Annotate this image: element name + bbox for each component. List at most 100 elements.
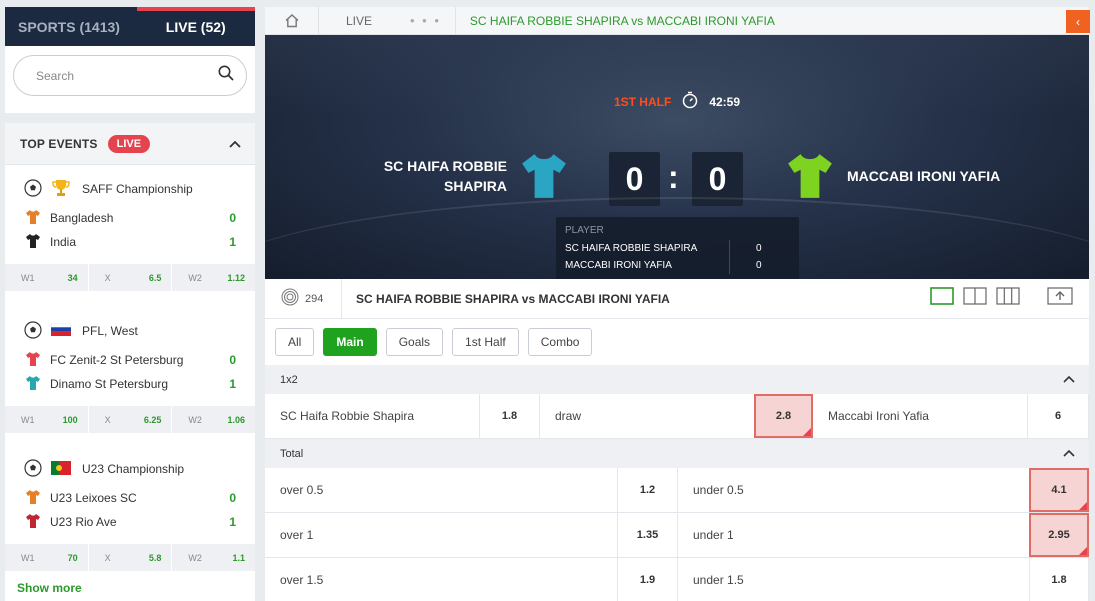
outcome-label: over 0.5 xyxy=(280,483,324,497)
top-events-header[interactable]: TOP EVENTS LIVE xyxy=(5,123,255,165)
tab-sports[interactable]: SPORTS (1413) xyxy=(5,7,137,46)
odd-button[interactable]: 1.8 xyxy=(1029,558,1089,601)
team-name: Bangladesh xyxy=(50,211,114,225)
odds-label: X xyxy=(104,414,111,425)
market-row: over 1 1.35 under 1 2.95 xyxy=(265,513,1089,558)
event-card[interactable]: U23 Championship U23 Leixoes SC 0 U23 Ri… xyxy=(5,433,255,571)
odd-button[interactable]: 1.9 xyxy=(617,558,678,601)
outcome-label: under 0.5 xyxy=(693,483,744,497)
player-header: PLAYER xyxy=(565,225,604,236)
filter-1st-half[interactable]: 1st Half xyxy=(452,328,519,356)
three-column-view-icon[interactable] xyxy=(996,287,1020,310)
odds-w1[interactable]: W1 100 xyxy=(5,406,89,433)
odds-w1[interactable]: W1 34 xyxy=(5,264,89,291)
odds-x[interactable]: X 6.25 xyxy=(89,406,173,433)
search-input[interactable] xyxy=(36,68,186,83)
team-row-home: Bangladesh 0 xyxy=(5,206,255,230)
market-header-1x2[interactable]: 1x2 xyxy=(265,365,1089,394)
league-name: U23 Championship xyxy=(82,462,185,476)
odd-button[interactable]: 6 xyxy=(1027,394,1089,438)
search-field[interactable] xyxy=(13,55,247,96)
filter-main[interactable]: Main xyxy=(323,328,377,356)
odd-button[interactable]: 1.2 xyxy=(617,468,678,512)
search-box xyxy=(5,46,255,113)
outcome-label: over 1 xyxy=(280,528,314,542)
event-card[interactable]: SAFF Championship Bangladesh 0 India 1 W… xyxy=(5,165,255,291)
team-name: U23 Leixoes SC xyxy=(50,491,137,505)
home-shirt-icon xyxy=(519,151,569,206)
outcome-label: SC Haifa Robbie Shapira xyxy=(280,409,415,423)
odds-label: W1 xyxy=(21,414,35,425)
view-switcher xyxy=(930,287,1089,310)
odds-x[interactable]: X 6.5 xyxy=(89,264,173,291)
market-header-total[interactable]: Total xyxy=(265,439,1089,468)
odds-value: 5.8 xyxy=(148,552,162,563)
player-team: MACCABI IRONI YAFIA xyxy=(565,257,730,274)
odds-x[interactable]: X 5.8 xyxy=(89,544,173,571)
collapse-left-button[interactable]: ‹ xyxy=(1066,10,1090,33)
filter-goals[interactable]: Goals xyxy=(385,328,444,356)
odds-value: 70 xyxy=(67,552,78,563)
chevron-up-icon[interactable] xyxy=(1063,448,1075,460)
odd-button-selected[interactable]: 2.8 xyxy=(754,394,813,438)
home-icon[interactable] xyxy=(265,7,319,34)
away-shirt-icon xyxy=(785,151,835,206)
home-score: 0 xyxy=(609,152,660,206)
team-name: Dinamo St Petersburg xyxy=(50,377,169,391)
football-icon xyxy=(24,178,42,200)
event-league: U23 Championship xyxy=(5,452,255,486)
odd-button[interactable]: 1.8 xyxy=(479,394,540,438)
player-row: SC HAIFA ROBBIE SHAPIRA 0 xyxy=(565,240,790,257)
odds-label: X xyxy=(104,552,111,563)
breadcrumb-more[interactable]: • • • xyxy=(398,7,455,34)
odds-row: W1 100 X 6.25 W2 1.06 xyxy=(5,406,255,433)
odd-button-selected[interactable]: 2.95 xyxy=(1029,513,1089,557)
match-period: 1ST HALF 42:59 xyxy=(265,91,1089,112)
team-score: 0 xyxy=(229,353,236,367)
odds-value: 34 xyxy=(67,272,78,283)
football-icon xyxy=(24,458,42,480)
filter-combo[interactable]: Combo xyxy=(527,328,593,356)
chevron-up-icon[interactable] xyxy=(229,135,241,153)
odd-button-selected[interactable]: 4.1 xyxy=(1029,468,1089,512)
target-icon xyxy=(281,288,299,309)
score-separator: : xyxy=(668,159,679,195)
odds-w2[interactable]: W2 1.12 xyxy=(172,264,255,291)
main-content: LIVE • • • SC HAIFA ROBBIE SHAPIRA vs MA… xyxy=(265,7,1090,601)
odds-label: W1 xyxy=(21,552,35,563)
live-badge: LIVE xyxy=(107,134,151,153)
odds-value: 100 xyxy=(62,414,78,425)
odds-w2[interactable]: W2 1.06 xyxy=(172,406,255,433)
filter-all[interactable]: All xyxy=(275,328,315,356)
shirt-icon xyxy=(25,209,41,228)
tab-live[interactable]: LIVE (52) xyxy=(136,7,256,46)
team-score: 1 xyxy=(229,377,236,391)
event-card[interactable]: PFL, West FC Zenit-2 St Petersburg 0 Din… xyxy=(5,291,255,433)
market-row: over 0.5 1.2 under 0.5 4.1 xyxy=(265,468,1089,513)
stopwatch-icon xyxy=(681,91,699,112)
odd-button[interactable]: 1.35 xyxy=(617,513,678,557)
breadcrumb-live[interactable]: LIVE xyxy=(319,7,398,34)
player-value: 0 xyxy=(756,243,762,254)
odds-value: 1.06 xyxy=(227,414,246,425)
event-league: PFL, West xyxy=(5,314,255,348)
player-team: SC HAIFA ROBBIE SHAPIRA xyxy=(565,240,730,257)
market-filters: All Main Goals 1st Half Combo xyxy=(265,319,1089,365)
single-column-view-icon[interactable] xyxy=(930,287,954,310)
search-icon[interactable] xyxy=(218,65,234,86)
trophy-icon xyxy=(51,179,71,200)
odds-label: X xyxy=(104,272,111,283)
market-row: SC Haifa Robbie Shapira 1.8 draw 2.8 Mac… xyxy=(265,394,1089,439)
odds-w1[interactable]: W1 70 xyxy=(5,544,89,571)
chevron-up-icon[interactable] xyxy=(1063,374,1075,386)
league-name: SAFF Championship xyxy=(82,182,193,196)
odds-label: W1 xyxy=(21,272,35,283)
odds-w2[interactable]: W2 1.1 xyxy=(172,544,255,571)
two-column-view-icon[interactable] xyxy=(963,287,987,310)
team-name: India xyxy=(50,235,77,249)
markets-count: 294 xyxy=(265,279,342,318)
show-more-link[interactable]: Show more xyxy=(5,571,255,601)
event-league: SAFF Championship xyxy=(5,172,255,206)
expand-view-icon[interactable] xyxy=(1047,287,1073,310)
home-team-name: SC HAIFA ROBBIE SHAPIRA xyxy=(384,156,507,196)
